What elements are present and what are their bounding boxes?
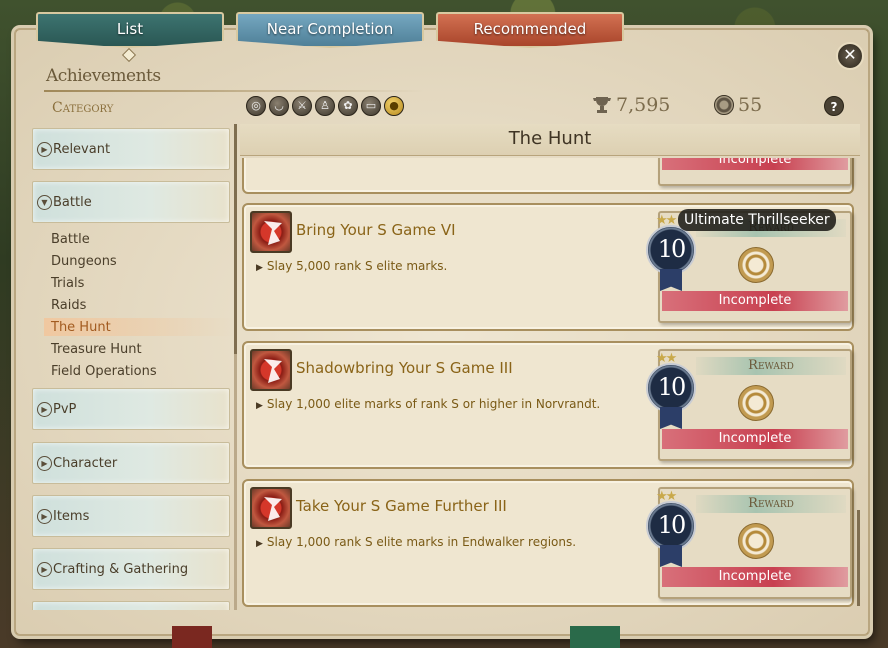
achievement-points-badge: ★★ 10 <box>644 351 698 431</box>
sidebar-category-label: Crafting & Gathering <box>53 561 189 577</box>
points-badge-value: 10 <box>646 501 696 551</box>
achievement-points: 7,595 <box>592 94 670 116</box>
achievement-description: ▶ Slay 5,000 rank S elite marks. <box>256 259 447 273</box>
sidebar-category-crafting-gathering[interactable]: ▶ Crafting & Gathering <box>32 548 230 590</box>
trophy-icon <box>593 97 611 113</box>
achievement-description-text: Slay 5,000 rank S elite marks. <box>266 259 448 273</box>
reward-item-icon[interactable] <box>738 523 774 559</box>
sidebar-item-the-hunt[interactable]: The Hunt <box>51 320 111 335</box>
bullet-icon: ▶ <box>256 263 263 273</box>
reward-item-icon[interactable] <box>738 247 774 283</box>
sidebar-category-battle[interactable]: ▼ Battle <box>32 181 230 223</box>
medal-icon[interactable]: ● <box>384 96 404 116</box>
sword-icon[interactable]: ⚔ <box>292 96 312 116</box>
category-label: Category <box>52 100 114 116</box>
points-value: 7,595 <box>616 94 671 116</box>
achievement-description-text: Slay 1,000 rank S elite marks in Endwalk… <box>266 535 577 549</box>
achievement-description-text: Slay 1,000 elite marks of rank S or high… <box>266 397 601 411</box>
sidebar-category-next[interactable] <box>32 601 230 610</box>
reward-panel: Incomplete <box>658 158 852 186</box>
ring-icon[interactable]: ◎ <box>246 96 266 116</box>
banner-decoration <box>172 626 212 648</box>
banner-decoration <box>570 626 620 648</box>
chevron-right-icon: ▶ <box>37 401 52 417</box>
sidebar-category-label: Battle <box>53 194 92 210</box>
sidebar-category-items[interactable]: ▶ Items <box>32 495 230 537</box>
achievement-entry[interactable]: Take Your S Game Further III ▶ Slay 1,000… <box>242 479 854 607</box>
coin-icon <box>714 95 734 115</box>
title-tooltip: Ultimate Thrillseeker <box>678 209 836 231</box>
section-header: The Hunt <box>240 124 860 156</box>
section-title: The Hunt <box>508 128 592 149</box>
bullet-icon: ▶ <box>256 401 263 411</box>
achievement-icon <box>250 211 292 253</box>
sidebar-category-character[interactable]: ▶ Character <box>32 442 230 484</box>
category-sidebar: ▶ Relevant ▼ Battle Battle Dungeons Tria… <box>30 124 234 610</box>
sidebar-item-trials[interactable]: Trials <box>51 276 84 291</box>
sidebar-category-pvp[interactable]: ▶ PvP <box>32 388 230 430</box>
achievement-icon <box>250 487 292 529</box>
close-button[interactable]: ✕ <box>836 42 864 70</box>
window-title: Achievements <box>46 66 161 86</box>
status-incomplete: Incomplete <box>662 158 848 170</box>
status-incomplete: Incomplete <box>662 291 848 311</box>
book-icon[interactable]: ▭ <box>361 96 381 116</box>
achievement-name: Take Your S Game Further III <box>296 497 507 515</box>
sidebar-category-label: PvP <box>53 401 77 417</box>
sidebar-category-label: Character <box>53 455 118 471</box>
achievement-coins: 55 <box>714 94 762 116</box>
character-icon[interactable]: ♙ <box>315 96 335 116</box>
chevron-right-icon: ▶ <box>37 141 52 157</box>
achievement-name: Shadowbring Your S Game III <box>296 359 513 377</box>
tab-near-completion[interactable]: Near Completion <box>236 12 424 48</box>
sidebar-category-label: Items <box>53 508 90 524</box>
chevron-right-icon: ▶ <box>37 508 52 524</box>
achievement-icon <box>250 349 292 391</box>
sidebar-item-dungeons[interactable]: Dungeons <box>51 254 117 269</box>
achievement-description: ▶ Slay 1,000 rank S elite marks in Endwal… <box>256 535 576 549</box>
points-badge-value: 10 <box>646 225 696 275</box>
achievement-entry[interactable]: Shadowbring Your S Game III ▶ Slay 1,000 … <box>242 341 854 469</box>
reward-item-icon[interactable] <box>738 385 774 421</box>
ribbon-icon <box>660 407 682 429</box>
ribbon-icon <box>660 545 682 567</box>
reward-label: Reward <box>696 357 846 375</box>
sidebar-scrollbar[interactable] <box>234 124 237 354</box>
achievement-points-badge: ★★ 10 <box>644 489 698 569</box>
sidebar-item-field-operations[interactable]: Field Operations <box>51 364 157 379</box>
sidebar-item-raids[interactable]: Raids <box>51 298 86 313</box>
category-icon-bar: ◎ ◡ ⚔ ♙ ✿ ▭ ● <box>246 96 404 116</box>
bullet-icon: ▶ <box>256 539 263 549</box>
coins-value: 55 <box>738 94 763 116</box>
sidebar-item-treasure-hunt[interactable]: Treasure Hunt <box>51 342 142 357</box>
sidebar-category-label: Relevant <box>53 141 111 157</box>
chevron-right-icon: ▶ <box>37 561 52 577</box>
chevron-down-icon: ▼ <box>37 194 52 210</box>
list-scrollbar[interactable] <box>857 510 860 606</box>
chevron-right-icon: ▶ <box>37 455 52 471</box>
status-incomplete: Incomplete <box>662 429 848 449</box>
ribbon-icon <box>660 269 682 291</box>
help-button[interactable]: ? <box>824 96 844 116</box>
tab-recommended[interactable]: Recommended <box>436 12 624 48</box>
sidebar-category-relevant[interactable]: ▶ Relevant <box>32 128 230 170</box>
achievement-description: ▶ Slay 1,000 elite marks of rank S or hig… <box>256 397 600 411</box>
title-divider <box>44 90 424 92</box>
reward-label: Reward <box>696 495 846 513</box>
status-incomplete: Incomplete <box>662 567 848 587</box>
bowl-icon[interactable]: ◡ <box>269 96 289 116</box>
points-badge-value: 10 <box>646 363 696 413</box>
achievement-entry-partial[interactable]: Incomplete <box>242 158 854 194</box>
sidebar-item-battle[interactable]: Battle <box>51 232 90 247</box>
gear-icon[interactable]: ✿ <box>338 96 358 116</box>
close-icon: ✕ <box>843 45 857 64</box>
tab-list[interactable]: List <box>36 12 224 48</box>
achievement-name: Bring Your S Game VI <box>296 221 456 239</box>
help-icon: ? <box>830 100 838 114</box>
